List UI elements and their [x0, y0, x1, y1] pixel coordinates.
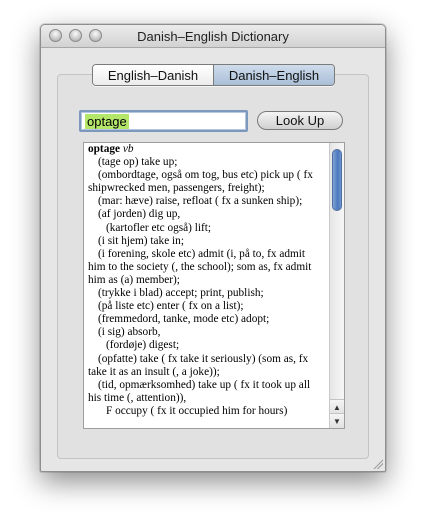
definition-line: shipwrecked men, passengers, freight);: [88, 182, 265, 195]
part-of-speech: vb: [122, 143, 134, 155]
definition-line: take it as an insult (, a joke));: [88, 365, 220, 378]
segment-danish-english[interactable]: Danish–English: [214, 65, 334, 85]
scrollbar-thumb[interactable]: [332, 149, 342, 211]
segment-english-danish[interactable]: English–Danish: [93, 65, 214, 85]
definition-line: (trykke i blad) accept; print, publish;: [98, 287, 264, 300]
vertical-scrollbar[interactable]: ▲ ▼: [329, 143, 344, 428]
definition-line: his time (, attention)),: [88, 391, 187, 404]
definition-line: him as (a) member);: [88, 273, 180, 286]
look-up-button[interactable]: Look Up: [257, 111, 343, 130]
definition-line: (kartofler etc også) lift;: [106, 221, 212, 234]
search-input-value: optage: [85, 114, 129, 129]
window-title: Danish–English Dictionary: [137, 29, 289, 44]
title-bar[interactable]: Danish–English Dictionary: [41, 25, 385, 48]
definition-line: (opfatte) take ( fx take it seriously) (…: [98, 352, 309, 365]
definition-line: (tage op) take up;: [98, 156, 178, 169]
definition-line: (i sit hjem) take in;: [98, 234, 184, 247]
definition-line: (fremmedord, tanke, mode etc) adopt;: [98, 313, 270, 326]
definition-line: (på liste etc) enter ( fx on a list);: [98, 300, 244, 313]
definition-line: (ombordtage, også om tog, bus etc) pick …: [98, 169, 313, 182]
definition-line: (mar: hæve) raise, refloat ( fx a sunken…: [98, 195, 303, 208]
dictionary-window: Danish–English Dictionary English–Danish…: [40, 24, 386, 472]
definition-line: (i forening, skole etc) admit (i, på to,…: [98, 247, 306, 260]
headword: optage: [88, 143, 121, 155]
search-input[interactable]: optage: [79, 110, 248, 132]
entry-headword-line: optage vb: [88, 143, 328, 156]
definition-text: optage vb (tage op) take up; (ombordtage…: [88, 143, 328, 418]
resize-grip-icon[interactable]: [372, 458, 383, 469]
scroll-down-arrow-icon[interactable]: ▼: [330, 413, 344, 428]
definition-line: (i sig) absorb,: [98, 326, 161, 339]
definition-line: (af jorden) dig up,: [98, 208, 181, 221]
definition-line: (tid, opmærksomhed) take up ( fx it took…: [98, 378, 311, 391]
definition-text-view[interactable]: optage vb (tage op) take up; (ombordtage…: [83, 142, 345, 429]
direction-segmented-control: English–Danish Danish–English: [92, 64, 335, 86]
scroll-up-arrow-icon[interactable]: ▲: [330, 399, 344, 414]
definition-line: (fordøje) digest;: [106, 339, 180, 352]
definition-line: F occupy ( fx it occupied him for hours): [106, 404, 288, 417]
definition-line: him to the society (, the school); som a…: [88, 260, 312, 273]
